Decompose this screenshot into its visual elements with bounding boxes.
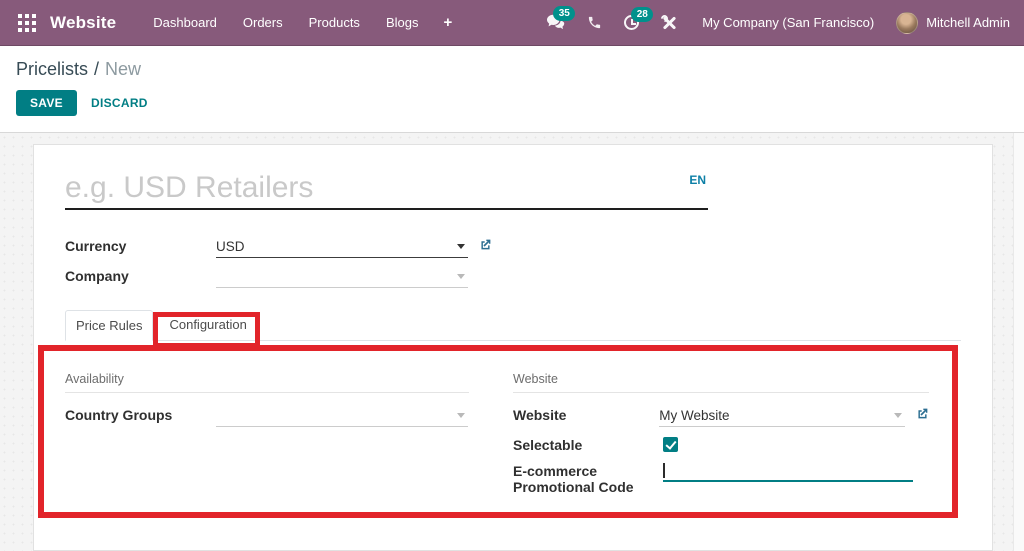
promo-code-row: E-commerce Promotional Code (513, 461, 929, 495)
header-fields: Currency USD Company (65, 236, 961, 288)
country-groups-label: Country Groups (65, 407, 173, 423)
currency-value: USD (216, 239, 245, 254)
website-row: Website My Website (513, 405, 929, 427)
app-title[interactable]: Website (50, 13, 116, 33)
pricelist-name-input[interactable] (65, 171, 625, 205)
new-content-plus-icon[interactable]: + (431, 10, 464, 35)
website-label: Website (513, 407, 567, 423)
scrollbar[interactable] (1013, 133, 1024, 551)
company-row: Company (65, 266, 961, 288)
chevron-down-icon (457, 274, 465, 279)
pricelist-form-sheet: EN Currency USD Company (33, 144, 993, 551)
user-menu[interactable]: Mitchell Admin (890, 11, 1010, 34)
chevron-down-icon (894, 413, 902, 418)
country-groups-row: Country Groups (65, 405, 469, 427)
promo-code-field (663, 461, 913, 482)
country-groups-select[interactable] (216, 405, 468, 427)
save-button[interactable]: SAVE (16, 90, 77, 116)
promo-code-label: E-commerce Promotional Code (513, 463, 634, 495)
currency-label: Currency (65, 238, 127, 254)
language-button[interactable]: EN (689, 173, 706, 187)
grid-icon (18, 13, 36, 32)
website-select[interactable]: My Website (659, 405, 905, 427)
external-link-icon (481, 239, 491, 250)
selectable-checkbox[interactable] (663, 437, 678, 452)
currency-row: Currency USD (65, 236, 961, 258)
control-panel: Pricelists / New SAVE DISCARD (0, 46, 1024, 133)
configuration-tab-content: Availability Country Groups Website Webs… (65, 341, 961, 503)
messages-count-badge: 35 (553, 6, 576, 21)
navbar-right: 35 28 My Company (San Francisco) Mitchel… (535, 6, 1010, 35)
menu-orders[interactable]: Orders (230, 9, 296, 36)
breadcrumb-separator: / (94, 59, 100, 79)
form-view-container: EN Currency USD Company (0, 133, 1024, 551)
availability-group: Availability Country Groups (65, 372, 469, 503)
tab-configuration[interactable]: Configuration (153, 310, 262, 340)
breadcrumb-new: New (105, 59, 142, 79)
tools-icon (659, 13, 677, 31)
activities-button[interactable]: 28 (613, 7, 654, 34)
selectable-label: Selectable (513, 437, 583, 453)
breadcrumb-pricelists[interactable]: Pricelists (16, 59, 88, 79)
company-switcher[interactable]: My Company (San Francisco) (688, 15, 890, 30)
top-navbar: Website Dashboard Orders Products Blogs … (0, 0, 1024, 46)
website-external-link-button[interactable] (916, 405, 929, 425)
menu-products[interactable]: Products (296, 9, 373, 36)
notebook-tabs: Price Rules Configuration (65, 310, 961, 341)
tab-price-rules[interactable]: Price Rules (65, 310, 154, 341)
company-label: Company (65, 268, 129, 284)
messages-button[interactable]: 35 (535, 6, 576, 35)
availability-heading: Availability (65, 372, 469, 393)
action-buttons: SAVE DISCARD (16, 90, 1008, 116)
discard-button[interactable]: DISCARD (91, 96, 148, 110)
breadcrumb: Pricelists / New (16, 59, 1008, 80)
external-link-icon (918, 408, 928, 419)
chevron-down-icon (457, 244, 465, 249)
phone-icon (589, 16, 601, 29)
promo-code-input[interactable] (664, 461, 913, 480)
user-name: Mitchell Admin (926, 15, 1010, 30)
chevron-down-icon (457, 413, 465, 418)
main-menu: Dashboard Orders Products Blogs + (140, 9, 464, 36)
website-heading: Website (513, 372, 929, 393)
calls-button[interactable] (576, 11, 613, 34)
menu-dashboard[interactable]: Dashboard (140, 9, 230, 36)
company-select[interactable] (216, 266, 468, 288)
menu-blogs[interactable]: Blogs (373, 9, 432, 36)
apps-grid-icon[interactable] (14, 10, 40, 36)
website-value: My Website (659, 408, 730, 423)
currency-select[interactable]: USD (216, 236, 468, 258)
website-group: Website Website My Website Selectable E-… (513, 372, 929, 503)
pricelist-title-field: EN (65, 171, 708, 210)
avatar (896, 11, 919, 34)
selectable-row: Selectable (513, 435, 929, 453)
currency-external-link-button[interactable] (479, 236, 492, 256)
tools-button[interactable] (650, 11, 688, 35)
